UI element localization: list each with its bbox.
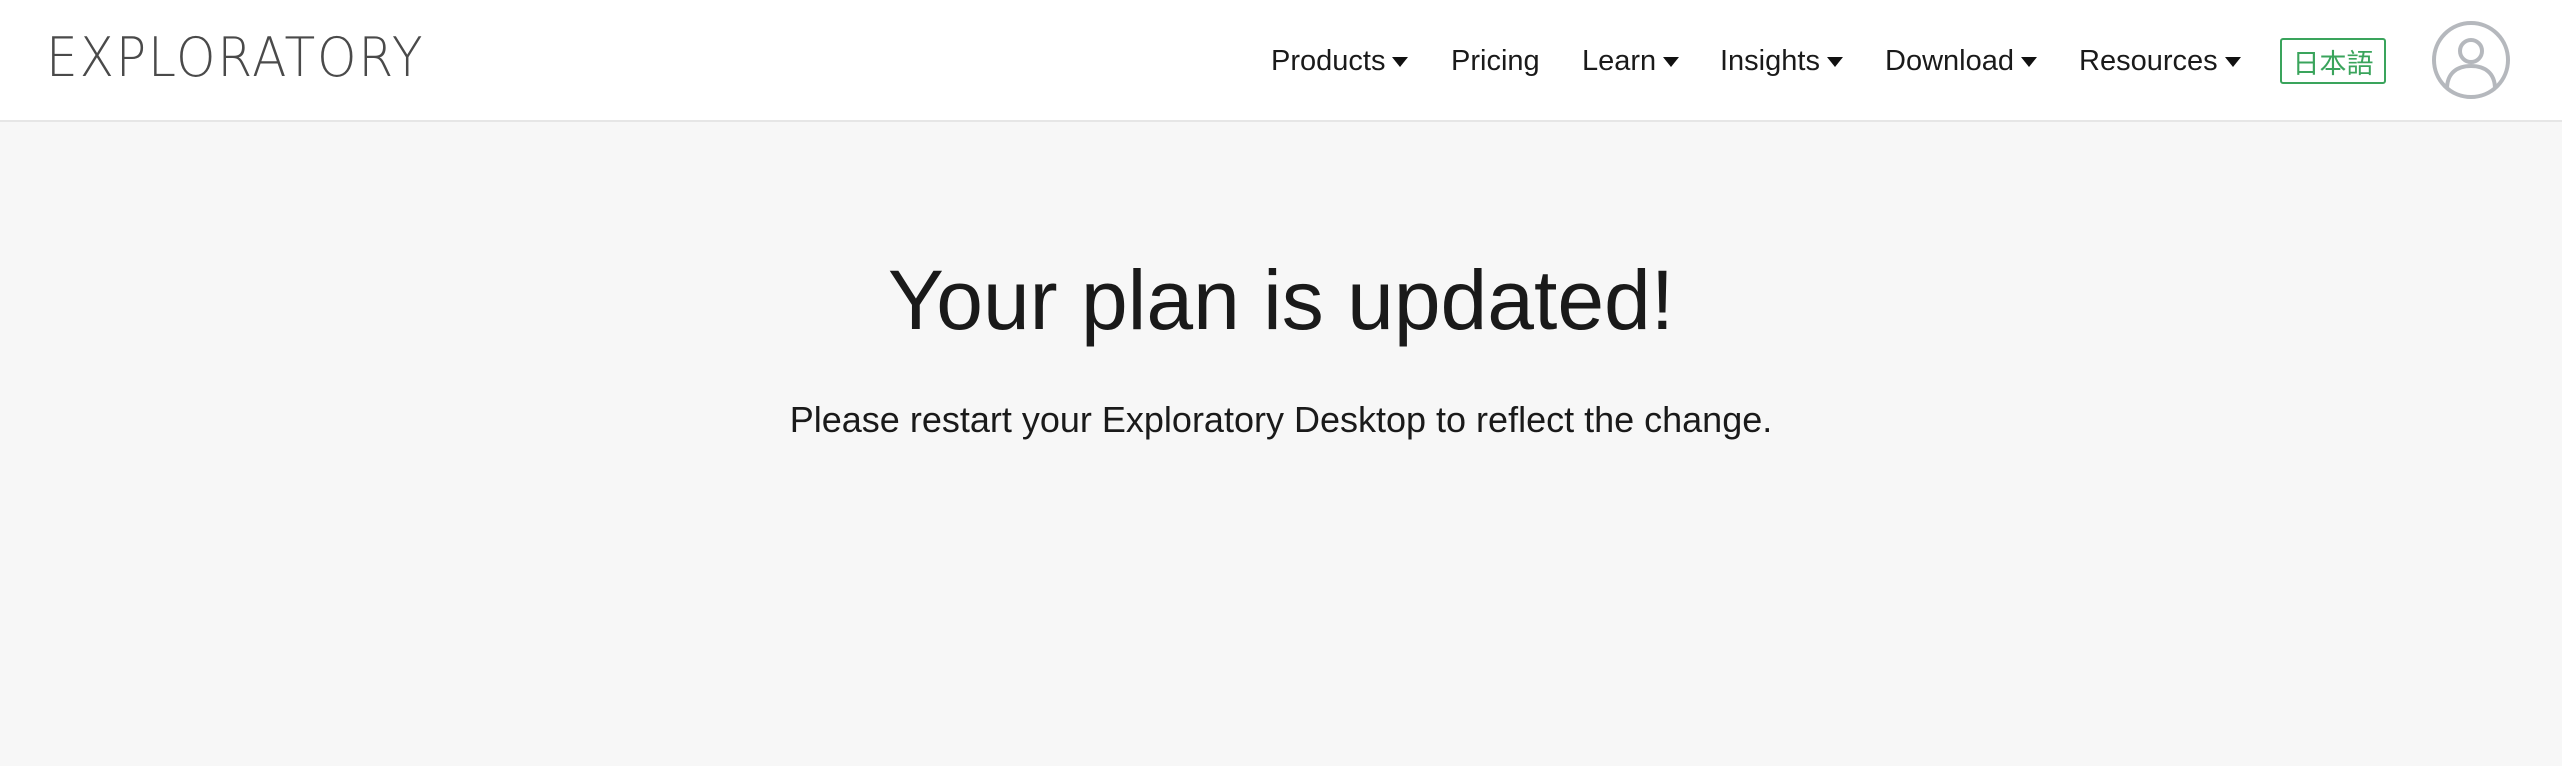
nav-insights-label: Insights [1720,44,1820,77]
caret-down-icon [1826,57,1843,67]
nav-resources[interactable]: Resources [2079,36,2241,86]
nav-pricing-label: Pricing [1451,44,1540,77]
nav-learn-label: Learn [1582,44,1657,77]
user-avatar-icon[interactable] [2430,19,2512,101]
caret-down-icon [2224,57,2241,67]
site-header: EXPLORATORY Products Pricing Learn Insig… [0,0,2562,122]
nav-pricing[interactable]: Pricing [1451,36,1540,86]
nav-download-label: Download [1885,44,2014,77]
caret-down-icon [2020,57,2037,67]
nav-learn[interactable]: Learn [1582,36,1680,86]
language-japanese-button[interactable]: 日本語 [2280,38,2386,84]
nav-download[interactable]: Download [1885,36,2037,86]
nav-products[interactable]: Products [1271,36,1409,86]
caret-down-icon [1663,57,1680,67]
nav-resources-label: Resources [2079,44,2218,77]
exploratory-logo[interactable]: EXPLORATORY [46,26,424,90]
page-title: Your plan is updated! [887,253,1675,347]
nav-products-label: Products [1271,44,1386,77]
nav-insights[interactable]: Insights [1720,36,1843,86]
restart-message: Please restart your Exploratory Desktop … [789,399,1773,440]
caret-down-icon [1392,57,1409,67]
